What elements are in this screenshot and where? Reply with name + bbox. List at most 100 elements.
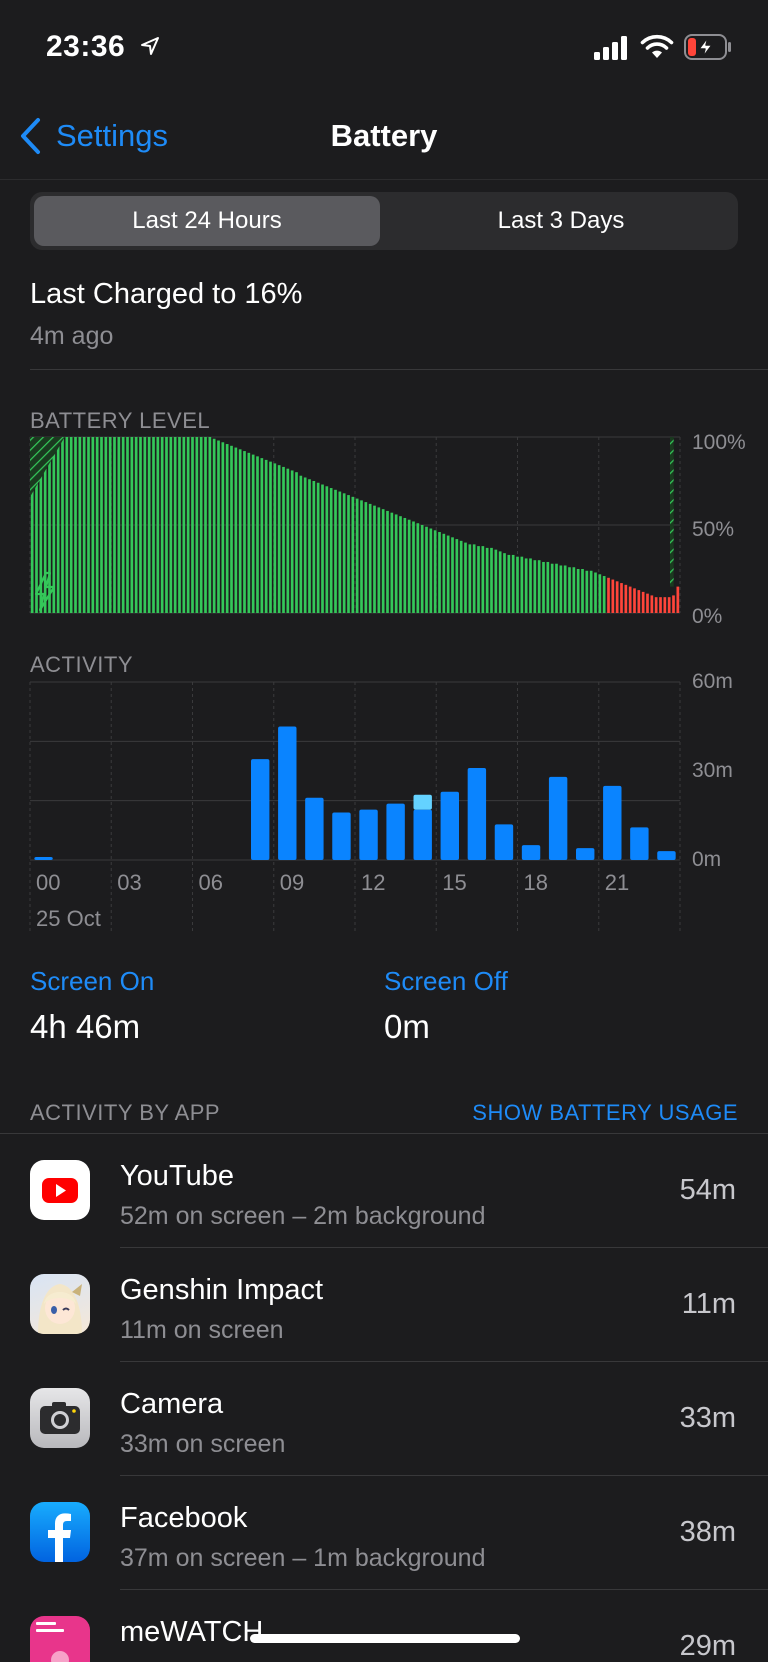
battery-level-bar — [659, 597, 662, 613]
activity-x-tick: 03 — [117, 870, 141, 895]
battery-level-bar — [451, 537, 454, 613]
app-row-camera[interactable]: Camera 33m on screen 33m — [0, 1362, 768, 1476]
battery-level-bar — [264, 459, 268, 613]
activity-bar-screen-on — [359, 809, 378, 860]
battery-level-bar — [87, 437, 90, 613]
battery-level-bar — [342, 493, 346, 613]
battery-level-bar — [91, 437, 95, 613]
app-row-genshin-impact[interactable]: Genshin Impact 11m on screen 11m — [0, 1248, 768, 1362]
battery-level-bar — [663, 597, 667, 613]
show-battery-usage-button[interactable]: SHOW BATTERY USAGE — [472, 1100, 738, 1126]
battery-level-bar — [139, 437, 142, 613]
screen-off-label: Screen Off — [384, 966, 508, 996]
activity-x-tick: 00 — [36, 870, 60, 895]
battery-level-bar — [143, 437, 147, 613]
battery-level-bar — [256, 456, 259, 613]
battery-level-bar — [455, 539, 459, 613]
activity-chart: 00 03 06 09 12 15 18 21 60m 30m 0m 25 Oct — [29, 672, 733, 934]
battery-level-bar — [485, 547, 489, 613]
status-time: 23:36 — [46, 30, 126, 63]
app-detail: 52m on screen – 2m background — [120, 1202, 486, 1230]
battery-level-bar — [633, 588, 636, 613]
battery-level-bar — [524, 558, 528, 613]
battery-level-bar — [464, 542, 467, 613]
genshin-impact-app-icon — [30, 1274, 90, 1334]
screen-on-label: Screen On — [30, 966, 155, 996]
app-name: meWATCH — [120, 1616, 264, 1648]
activity-x-tick: 21 — [605, 870, 629, 895]
app-detail: 11m on screen — [120, 1316, 284, 1344]
activity-bar-screen-on — [576, 848, 595, 860]
last-charged-title: Last Charged to 16% — [30, 278, 303, 310]
battery-level-bar — [273, 463, 277, 613]
battery-level-bar — [646, 593, 649, 613]
battery-level-bar — [429, 528, 433, 613]
time-range-segmented-control: Last 24 Hours Last 3 Days — [30, 192, 738, 250]
battery-level-bar — [581, 569, 584, 613]
wifi-icon — [640, 34, 674, 58]
battery-level-bar — [468, 544, 472, 613]
battery-level-bar — [61, 437, 64, 613]
battery-level-bar — [667, 597, 671, 613]
camera-app-icon — [30, 1388, 90, 1448]
battery-level-bar — [329, 488, 333, 613]
home-indicator[interactable] — [250, 1634, 520, 1643]
segment-last-3-days[interactable]: Last 3 Days — [388, 196, 734, 246]
battery-level-bar — [364, 502, 368, 613]
battery-level-bar — [498, 551, 502, 613]
battery-level-bar — [576, 569, 580, 613]
battery-level-bar — [654, 597, 658, 613]
battery-level-bar — [130, 437, 134, 613]
battery-level-bar — [481, 546, 485, 613]
battery-level-bar — [299, 475, 303, 613]
battery-y-tick: 50% — [692, 518, 734, 541]
status-bar: 23:36 — [0, 0, 768, 100]
battery-level-bar — [95, 437, 99, 613]
activity-bar-screen-on — [603, 785, 622, 860]
battery-level-bar — [234, 447, 238, 613]
battery-level-bar — [165, 437, 168, 613]
battery-level-bar — [325, 486, 329, 613]
battery-level-bar — [442, 533, 446, 613]
activity-bar-screen-on — [386, 803, 405, 860]
activity-x-tick: 18 — [524, 870, 548, 895]
app-row-youtube[interactable]: YouTube 52m on screen – 2m background 54… — [0, 1134, 768, 1248]
battery-level-bar — [641, 591, 645, 613]
location-arrow-icon — [141, 37, 159, 55]
app-usage-time: 33m — [679, 1402, 736, 1434]
segment-last-24-hours[interactable]: Last 24 Hours — [34, 196, 380, 246]
battery-level-chart: 100% 50% 0% — [29, 431, 746, 628]
battery-level-bar — [511, 554, 515, 613]
app-usage-time: 29m — [679, 1630, 736, 1662]
app-detail: 33m on screen — [120, 1430, 286, 1458]
battery-level-bar — [303, 477, 307, 613]
battery-level-bar — [507, 554, 511, 613]
battery-level-bar — [390, 512, 394, 613]
battery-level-bar — [351, 496, 355, 613]
battery-level-bar — [134, 437, 138, 613]
battery-level-bar — [598, 574, 602, 613]
app-name: Genshin Impact — [120, 1274, 324, 1306]
app-row-facebook[interactable]: Facebook 37m on screen – 1m background 3… — [0, 1476, 768, 1590]
battery-level-bar — [152, 437, 155, 613]
battery-level-bar — [108, 437, 112, 613]
battery-level-bar — [104, 437, 108, 613]
battery-level-bar — [290, 470, 294, 613]
battery-level-bar — [212, 438, 216, 613]
activity-bar-screen-off — [413, 794, 432, 810]
battery-y-tick: 0% — [692, 605, 722, 628]
battery-level-bar — [373, 505, 376, 613]
battery-level-bar — [316, 482, 320, 613]
battery-level-bar — [529, 558, 532, 613]
battery-level-bar — [100, 437, 103, 613]
app-row-mewatch[interactable]: meWATCH 29m — [0, 1590, 768, 1662]
battery-level-bar — [420, 525, 424, 613]
battery-level-bar — [217, 440, 220, 613]
battery-level-bar — [459, 540, 463, 613]
battery-level-bar — [490, 547, 493, 613]
battery-level-bar — [477, 546, 480, 613]
battery-level-bar — [186, 437, 190, 613]
battery-level-bar — [438, 532, 441, 613]
battery-level-bar — [602, 576, 606, 613]
battery-level-bar — [69, 437, 73, 613]
